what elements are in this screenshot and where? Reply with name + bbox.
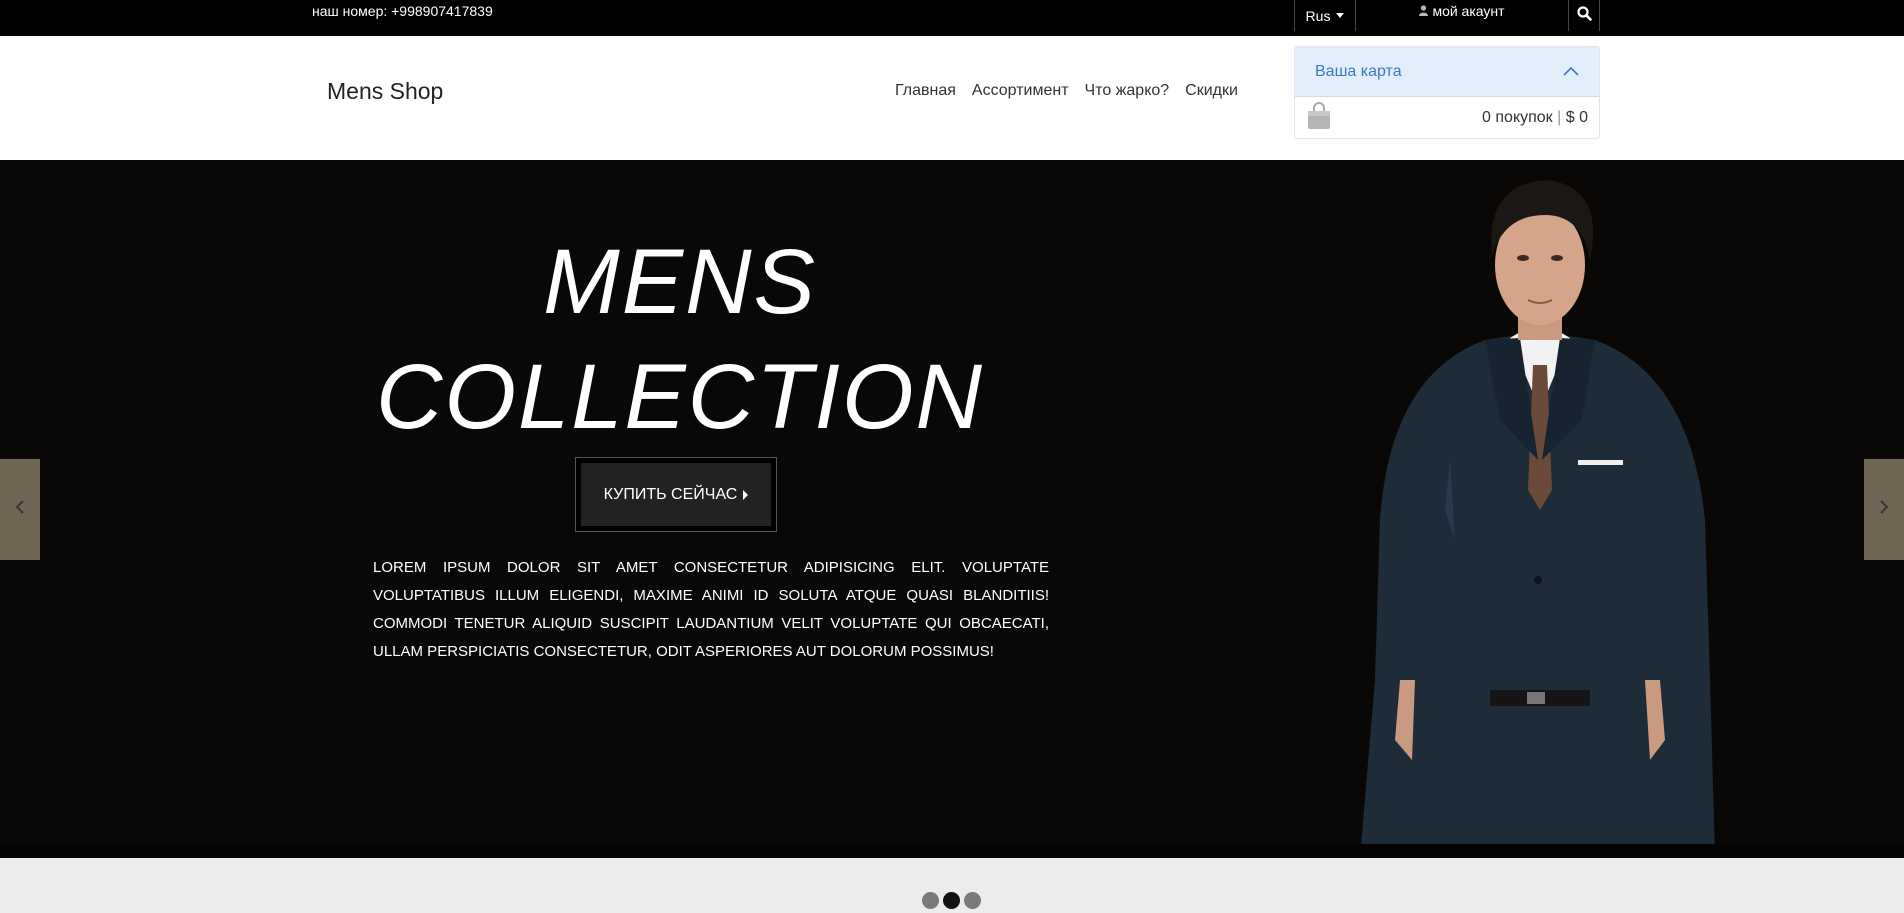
top-bar: наш номер: +998907417839 Rus мой акаунт: [0, 0, 1904, 36]
cart-header[interactable]: Ваша карта: [1295, 47, 1599, 97]
search-button[interactable]: [1568, 0, 1600, 31]
site-header: Mens Shop Главная Ассортимент Что жарко?…: [0, 36, 1904, 160]
cart-total: $ 0: [1565, 109, 1588, 126]
language-label: Rus: [1305, 7, 1331, 24]
prev-slide-button[interactable]: [0, 459, 40, 560]
search-icon: [1576, 5, 1592, 26]
cart-title: Ваша карта: [1315, 62, 1402, 80]
hero-bottom-edge: [0, 844, 1904, 858]
user-icon: [1419, 5, 1429, 19]
cart-widget: Ваша карта 0 покупок | $ 0: [1294, 46, 1600, 139]
phone-number: наш номер: +998907417839: [312, 3, 493, 19]
chevron-up-icon: [1563, 63, 1579, 81]
brand-logo[interactable]: Mens Shop: [327, 78, 443, 105]
shopping-bag-icon: [1306, 101, 1332, 135]
nav-hot[interactable]: Что жарко?: [1085, 82, 1170, 100]
hero-title-line1: MENS: [543, 231, 817, 333]
hero-slider: MENS COLLECTION КУПИТЬ СЕЙЧАС LOREM IPSU…: [0, 160, 1904, 858]
buy-now-button[interactable]: КУПИТЬ СЕЙЧАС: [575, 457, 777, 532]
model-image: [1360, 180, 1715, 858]
language-dropdown[interactable]: Rus: [1294, 0, 1356, 31]
hero-title-line2: COLLECTION: [376, 346, 984, 448]
slide-dot-3[interactable]: [964, 892, 981, 909]
nav-sale[interactable]: Скидки: [1185, 82, 1238, 100]
cart-body[interactable]: 0 покупок | $ 0: [1295, 97, 1599, 138]
main-nav: Главная Ассортимент Что жарко? Скидки: [895, 82, 1238, 100]
slide-dot-2[interactable]: [943, 892, 960, 909]
carousel-indicators: [922, 892, 981, 909]
cart-summary: 0 покупок | $ 0: [1482, 109, 1588, 127]
buy-now-label: КУПИТЬ СЕЙЧАС: [603, 485, 738, 503]
nav-home[interactable]: Главная: [895, 82, 956, 100]
nav-catalog[interactable]: Ассортимент: [972, 82, 1069, 100]
cart-separator: |: [1557, 109, 1562, 126]
next-slide-button[interactable]: [1864, 459, 1904, 560]
account-link[interactable]: мой акаунт: [1356, 0, 1568, 31]
slide-dot-1[interactable]: [922, 892, 939, 909]
caret-down-icon: [1336, 13, 1345, 18]
chevron-left-icon: [15, 500, 25, 519]
cart-items-count: 0 покупок: [1482, 109, 1553, 126]
chevron-right-icon: [1879, 500, 1889, 519]
hero-description: LOREM IPSUM DOLOR SIT AMET CONSECTETUR A…: [373, 559, 1049, 660]
caret-right-icon: [743, 489, 749, 500]
account-label: мой акаунт: [1432, 3, 1505, 19]
